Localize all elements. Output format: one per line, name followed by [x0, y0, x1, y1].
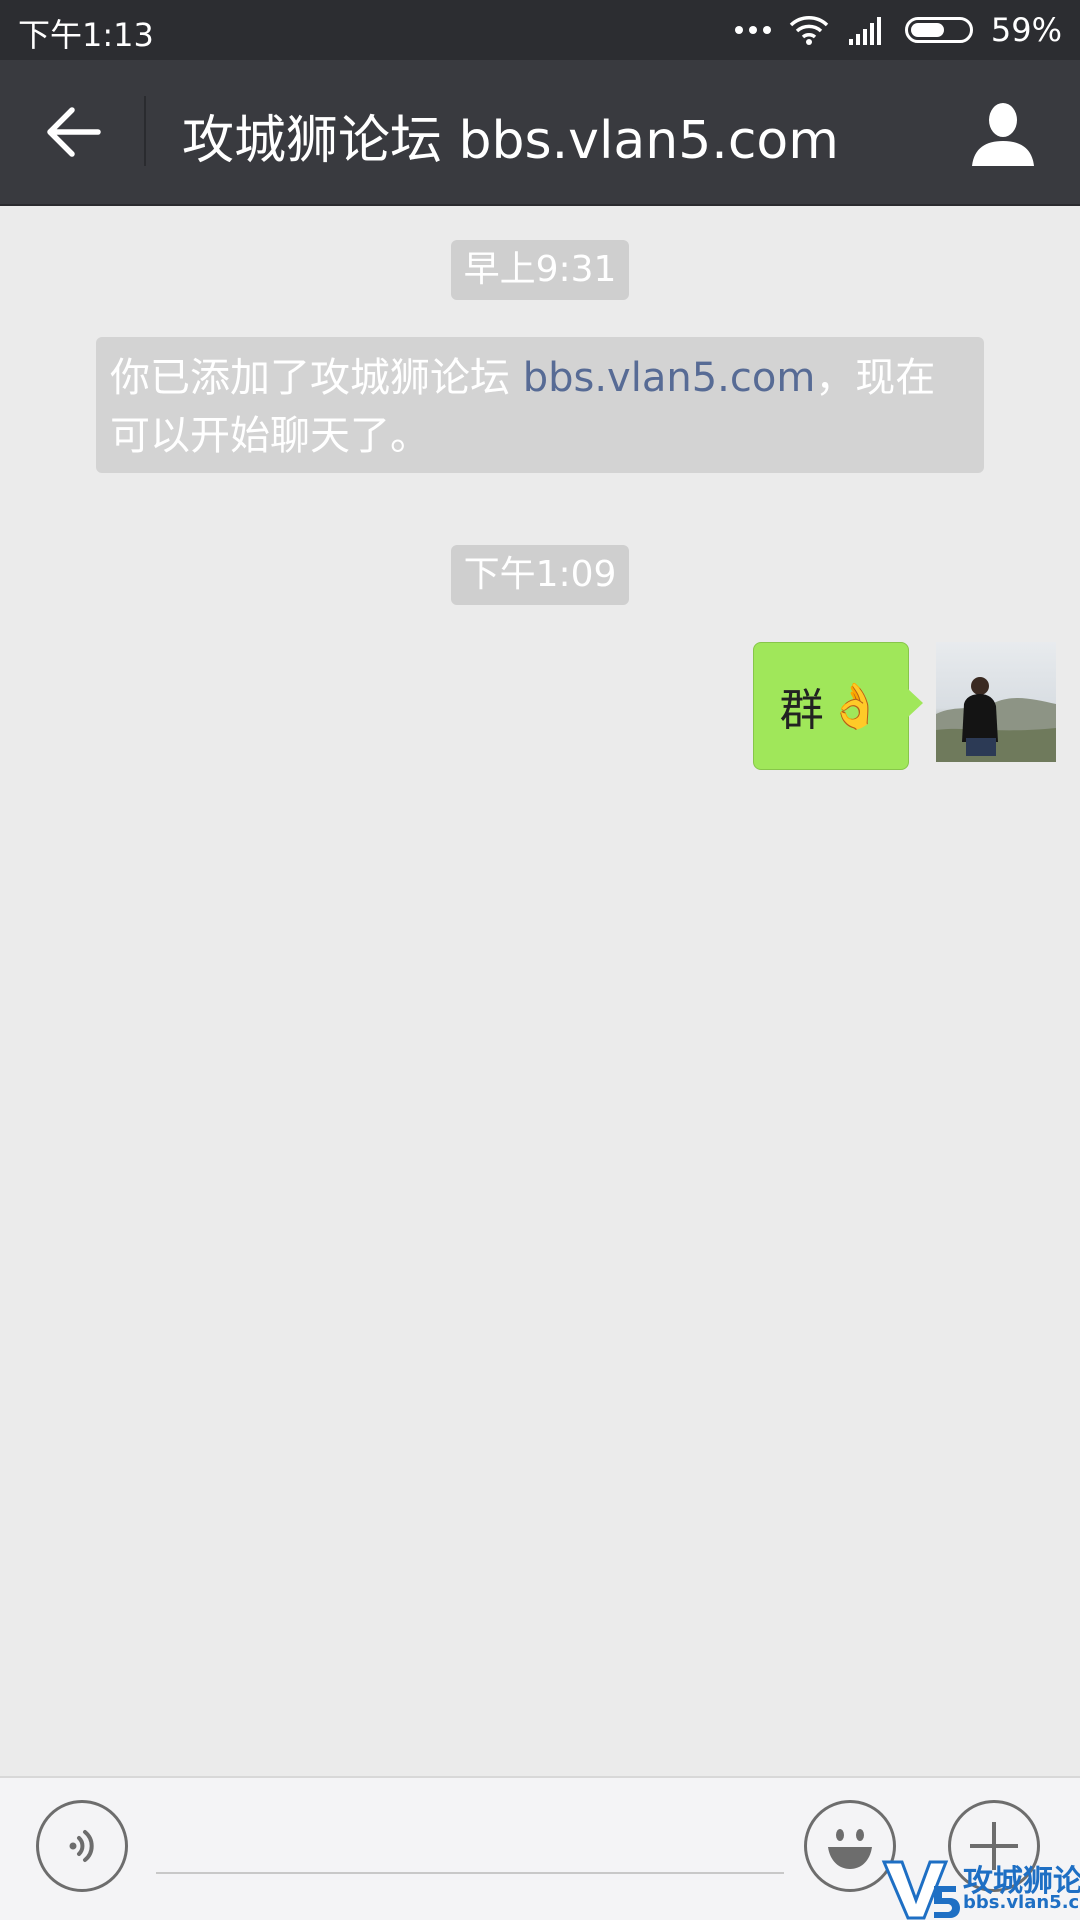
system-message-link[interactable]: bbs.vlan5.com [523, 355, 816, 401]
battery-icon [904, 17, 973, 43]
message-input[interactable] [156, 1826, 784, 1874]
battery-percent: 59% [990, 11, 1062, 49]
system-message-text: 你已添加了攻城狮论坛 [110, 355, 523, 401]
chat-header: 攻城狮论坛 bbs.vlan5.com [0, 60, 1080, 206]
message-text: 群 [779, 685, 824, 736]
voice-button[interactable] [36, 1800, 128, 1892]
timestamp: 早上9:31 [451, 240, 629, 300]
status-time: 下午1:13 [18, 16, 154, 54]
ok-hand-emoji: 👌 [827, 681, 883, 732]
status-icons: 59% [734, 10, 1062, 50]
avatar[interactable] [936, 642, 1056, 762]
avatar-photo [936, 677, 1056, 762]
back-arrow-icon [47, 107, 101, 157]
v5-logo-icon [881, 1860, 960, 1920]
chat-info-button[interactable] [966, 96, 1040, 170]
header-divider [144, 96, 146, 166]
emoji-icon [828, 1829, 872, 1869]
signal-icon [848, 17, 881, 45]
wifi-icon [789, 16, 829, 45]
watermark: 攻城狮论坛 bbs.vlan5.com [880, 1856, 1080, 1920]
message-row: 群 👌 [753, 642, 923, 770]
chat-title: 攻城狮论坛 bbs.vlan5.com [182, 111, 839, 171]
bubble-tail [908, 689, 923, 717]
back-button[interactable] [30, 96, 118, 168]
battery-fill [910, 23, 944, 37]
status-bar: 下午1:13 59% [0, 0, 1080, 60]
voice-icon [69, 1830, 94, 1862]
timestamp: 下午1:09 [451, 545, 629, 605]
sent-message-bubble[interactable]: 群 👌 [753, 642, 923, 770]
profile-icon [972, 103, 1034, 166]
more-dots-icon [734, 26, 771, 34]
system-message: 你已添加了攻城狮论坛 bbs.vlan5.com，现在可以开始聊天了。 [96, 337, 984, 473]
watermark-url: bbs.vlan5.com [963, 1892, 1080, 1913]
